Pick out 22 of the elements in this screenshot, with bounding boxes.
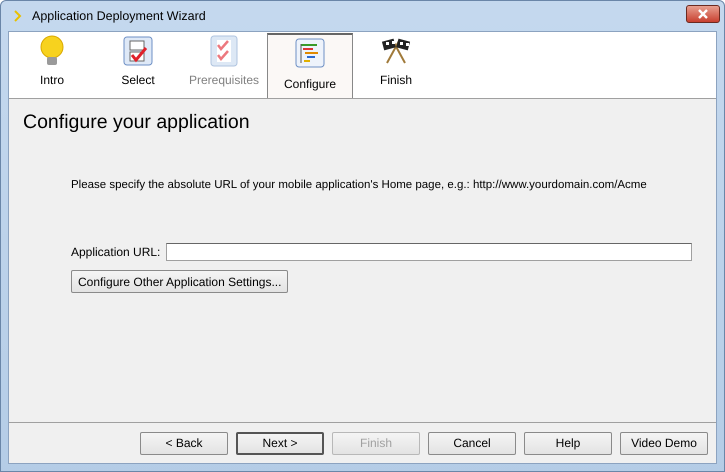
close-button[interactable] bbox=[686, 5, 720, 23]
page-heading: Configure your application bbox=[23, 111, 251, 134]
wizard-step-tab[interactable]: Finish bbox=[353, 32, 439, 98]
wizard-step-tab[interactable]: Intro bbox=[9, 32, 95, 98]
chevron-icon bbox=[14, 10, 22, 22]
wizard-button[interactable]: Video Demo bbox=[620, 432, 708, 454]
checklist-icon bbox=[210, 35, 238, 67]
wizard-button[interactable]: Cancel bbox=[428, 432, 516, 454]
url-input-field[interactable] bbox=[166, 243, 692, 261]
field-label: Application URL: bbox=[71, 245, 160, 259]
settings-button[interactable]: Configure Other Application Settings... bbox=[71, 270, 288, 293]
wizard-button[interactable]: Help bbox=[524, 432, 612, 454]
close-icon bbox=[697, 9, 709, 19]
wizard-step-tab[interactable]: Configure bbox=[267, 33, 353, 98]
wizard-button[interactable]: Next > bbox=[236, 432, 324, 454]
list-chart-icon bbox=[295, 37, 325, 69]
wizard-step-tab[interactable]: Select bbox=[95, 32, 181, 98]
checkbox-icon bbox=[123, 35, 153, 67]
wizard-button[interactable]: < Back bbox=[140, 432, 228, 454]
instruction-text: Please specify the absolute URL of your mobile application's Home page, e.g.: http://www.yourdomain.com/Acme bbox=[71, 179, 648, 191]
window-title: Application Deployment Wizard bbox=[32, 9, 207, 23]
lightbulb-icon bbox=[39, 35, 65, 67]
